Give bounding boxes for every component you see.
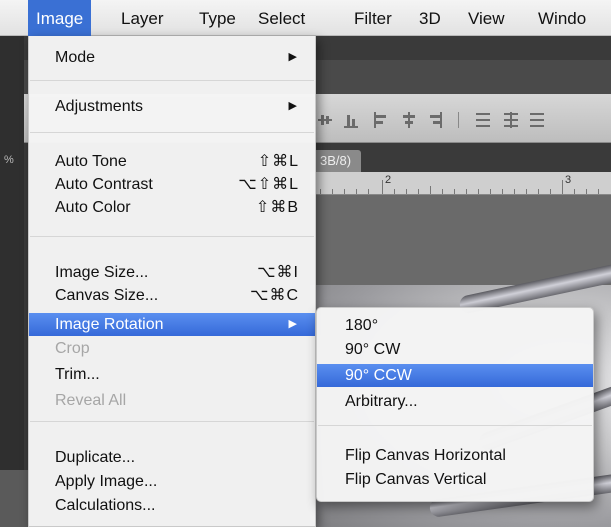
menu-item-auto-contrast[interactable]: Auto Contrast ⌥⇧⌘L	[29, 173, 315, 196]
menu-item-auto-tone[interactable]: Auto Tone ⇧⌘L	[29, 150, 315, 173]
tools-panel-strip	[0, 36, 24, 527]
ruler-label-2: 2	[385, 174, 392, 186]
distribute-vcenter-icon[interactable]	[504, 112, 518, 128]
submenu-item-arbitrary-label: Arbitrary...	[345, 393, 418, 410]
submenu-item-180-label: 180°	[345, 317, 379, 334]
image-menu: Mode ▶ Adjustments ▶ Auto Tone ⇧⌘L Auto …	[28, 36, 316, 527]
menu-item-canvas-size[interactable]: Canvas Size... ⌥⌘C	[29, 284, 315, 307]
menu-item-duplicate-label: Duplicate...	[55, 449, 136, 466]
align-vcenter-icon[interactable]	[318, 112, 332, 128]
menu-item-trim[interactable]: Trim...	[29, 363, 315, 386]
shortcut-label: ⇧⌘B	[255, 199, 299, 216]
submenu-item-arbitrary[interactable]: Arbitrary...	[317, 390, 593, 413]
canvas-background	[310, 195, 611, 285]
document-tab-label: 3B/8)	[320, 153, 352, 168]
ruler-label-3: 3	[565, 174, 572, 186]
menubar-view[interactable]: View	[468, 0, 505, 36]
menu-item-reveal-all[interactable]: Reveal All	[29, 389, 315, 412]
menu-separator	[30, 80, 314, 81]
submenu-arrow-icon: ▶	[288, 318, 297, 330]
menubar-type[interactable]: Type	[199, 0, 236, 36]
menu-separator	[30, 236, 314, 237]
menu-item-auto-tone-label: Auto Tone	[55, 153, 127, 170]
align-toolbar	[318, 112, 611, 128]
menubar-select[interactable]: Select	[258, 0, 305, 36]
menu-item-adjustments-label: Adjustments	[55, 98, 144, 115]
menubar-3d[interactable]: 3D	[419, 0, 441, 36]
document-tab[interactable]: 3B/8)	[310, 150, 362, 172]
submenu-item-90-ccw-label: 90° CCW	[345, 367, 412, 384]
submenu-arrow-icon: ▶	[288, 100, 297, 112]
menu-separator	[318, 425, 592, 426]
menu-item-reveal-all-label: Reveal All	[55, 392, 127, 409]
submenu-item-90-ccw[interactable]: 90° CCW	[317, 364, 593, 387]
menu-item-calculations[interactable]: Calculations...	[29, 494, 315, 517]
shortcut-label: ⇧⌘L	[257, 153, 299, 170]
submenu-item-flip-horizontal-label: Flip Canvas Horizontal	[345, 447, 506, 464]
menu-item-auto-color-label: Auto Color	[55, 199, 131, 216]
menu-separator	[30, 421, 314, 422]
menu-item-duplicate[interactable]: Duplicate...	[29, 446, 315, 469]
menu-item-image-rotation-label: Image Rotation	[55, 316, 164, 333]
menu-item-image-size[interactable]: Image Size... ⌥⌘I	[29, 261, 315, 284]
menu-item-mode-label: Mode	[55, 49, 96, 66]
menu-item-auto-contrast-label: Auto Contrast	[55, 176, 153, 193]
menu-item-calculations-label: Calculations...	[55, 497, 156, 514]
submenu-item-180[interactable]: 180°	[317, 314, 593, 337]
align-hcenter-icon[interactable]	[402, 112, 416, 128]
menu-item-adjustments[interactable]: Adjustments ▶	[29, 95, 315, 118]
align-left-icon[interactable]	[374, 112, 388, 128]
menu-item-trim-label: Trim...	[55, 366, 100, 383]
menu-separator	[30, 132, 314, 133]
shortcut-label: ⌥⇧⌘L	[238, 176, 299, 193]
submenu-item-flip-vertical-label: Flip Canvas Vertical	[345, 471, 487, 488]
menu-item-mode[interactable]: Mode ▶	[29, 46, 315, 69]
menubar-filter[interactable]: Filter	[354, 0, 392, 36]
align-bottom-icon[interactable]	[344, 112, 358, 128]
menubar-image[interactable]: Image	[28, 0, 92, 36]
menu-item-canvas-size-label: Canvas Size...	[55, 287, 159, 304]
submenu-item-90-cw[interactable]: 90° CW	[317, 338, 593, 361]
menu-item-apply-image-label: Apply Image...	[55, 473, 158, 490]
submenu-item-flip-horizontal[interactable]: Flip Canvas Horizontal	[317, 444, 593, 467]
canvas-left-edge	[0, 470, 28, 527]
menu-item-crop-label: Crop	[55, 340, 90, 357]
image-rotation-submenu: 180° 90° CW 90° CCW Arbitrary... Flip Ca…	[316, 307, 594, 502]
menu-item-image-size-label: Image Size...	[55, 264, 149, 281]
shortcut-label: ⌥⌘C	[250, 287, 299, 304]
submenu-item-90-cw-label: 90° CW	[345, 341, 401, 358]
submenu-arrow-icon: ▶	[288, 51, 297, 63]
menu-item-auto-color[interactable]: Auto Color ⇧⌘B	[29, 196, 315, 219]
menu-item-apply-image[interactable]: Apply Image...	[29, 470, 315, 493]
distribute-top-icon[interactable]	[476, 112, 490, 128]
menubar-window[interactable]: Windo	[538, 0, 586, 36]
menu-item-image-rotation[interactable]: Image Rotation ▶	[29, 313, 315, 336]
align-right-icon[interactable]	[428, 112, 442, 128]
menubar: Image Layer Type Select Filter 3D View W…	[0, 0, 611, 36]
distribute-bottom-icon[interactable]	[530, 112, 544, 128]
menubar-layer[interactable]: Layer	[121, 0, 164, 36]
menu-item-crop[interactable]: Crop	[29, 337, 315, 360]
divider-icon	[452, 112, 466, 128]
zoom-text: %	[4, 154, 14, 166]
shortcut-label: ⌥⌘I	[257, 264, 299, 281]
horizontal-ruler: 2 3	[310, 172, 611, 195]
submenu-item-flip-vertical[interactable]: Flip Canvas Vertical	[317, 468, 593, 491]
